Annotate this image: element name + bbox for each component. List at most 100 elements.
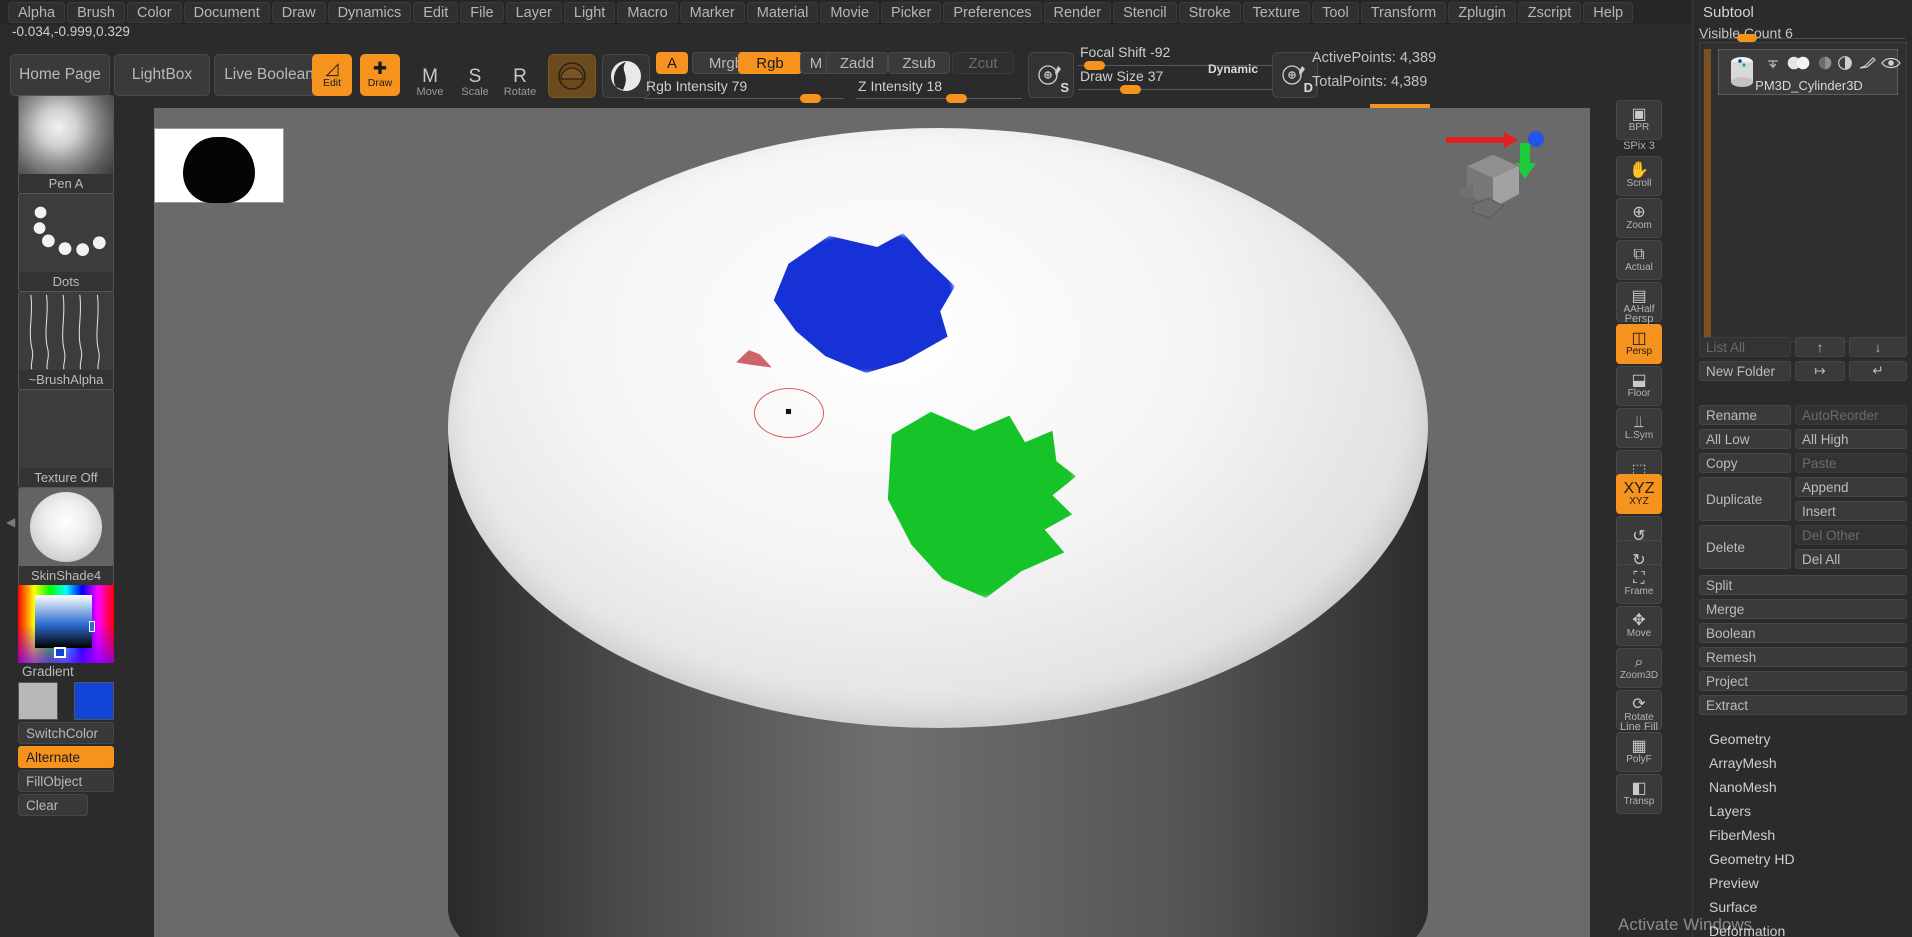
copy-button[interactable]: Copy	[1699, 453, 1791, 473]
menu-item-zplugin[interactable]: Zplugin	[1448, 2, 1516, 23]
menu-item-alpha[interactable]: Alpha	[8, 2, 66, 23]
vtool-move[interactable]: ✥ Move	[1616, 606, 1662, 646]
delete-button[interactable]: Delete	[1699, 525, 1791, 569]
visible-count-knob[interactable]	[1737, 34, 1757, 42]
subtool-section-surface[interactable]: Surface	[1699, 897, 1907, 917]
menu-item-zscript[interactable]: Zscript	[1517, 2, 1582, 23]
brush-alpha-swatch[interactable]: ~BrushAlpha	[18, 291, 114, 390]
move-tool-button[interactable]: M Move	[410, 54, 450, 98]
edit-mode-button[interactable]: ◿ Edit	[312, 54, 352, 96]
subtool-section-arraymesh[interactable]: ArrayMesh	[1699, 753, 1907, 773]
subtool-split-icon[interactable]	[1837, 56, 1853, 70]
mode-rgb-button[interactable]: Rgb	[738, 52, 802, 74]
menu-item-movie[interactable]: Movie	[820, 2, 880, 23]
texture-swatch[interactable]: Texture Off	[18, 389, 114, 488]
subtool-eye-icon[interactable]	[1881, 56, 1901, 70]
vtool-frame[interactable]: ⛶ Frame	[1616, 564, 1662, 604]
append-button[interactable]: Append	[1795, 477, 1907, 497]
menu-item-layer[interactable]: Layer	[505, 2, 562, 23]
shelf-collapse-icon[interactable]: ◀	[6, 515, 15, 529]
subtool-section-geometry[interactable]: Geometry	[1699, 729, 1907, 749]
project-button[interactable]: Project	[1699, 671, 1907, 691]
subtool-scrollbar[interactable]	[1704, 49, 1711, 337]
z-intensity-slider[interactable]: Z Intensity 18	[856, 78, 1022, 103]
vtool-scroll[interactable]: ✋ Scroll	[1616, 156, 1662, 196]
insert-button[interactable]: Insert	[1795, 501, 1907, 521]
menu-item-light[interactable]: Light	[563, 2, 616, 23]
list-all-button[interactable]: List All	[1699, 337, 1791, 357]
rgb-intensity-slider[interactable]: Rgb Intensity 79	[644, 78, 844, 103]
subtool-section-geometry-hd[interactable]: Geometry HD	[1699, 849, 1907, 869]
clear-button[interactable]: Clear	[18, 794, 88, 816]
alpha-swatch[interactable]: Pen A	[18, 95, 114, 194]
rgb-intensity-knob[interactable]	[800, 94, 821, 103]
vtool-l-sym[interactable]: ⫫ L.Sym	[1616, 408, 1662, 448]
visible-count-track[interactable]	[1699, 38, 1905, 39]
draw-size-knob[interactable]	[1120, 85, 1141, 94]
vtool-bpr[interactable]: ▣ BPR	[1616, 100, 1662, 140]
subtool-section-fibermesh[interactable]: FiberMesh	[1699, 825, 1907, 845]
menu-item-file[interactable]: File	[460, 2, 504, 23]
menu-item-texture[interactable]: Texture	[1242, 2, 1311, 23]
hue-cursor[interactable]	[54, 647, 66, 658]
menu-item-document[interactable]: Document	[183, 2, 270, 23]
menu-item-color[interactable]: Color	[126, 2, 182, 23]
mode-zadd-button[interactable]: Zadd	[826, 52, 888, 74]
menu-item-macro[interactable]: Macro	[617, 2, 678, 23]
new-folder-button[interactable]: New Folder	[1699, 361, 1791, 381]
current-brush-swatch[interactable]	[548, 54, 596, 98]
saturation-value-box[interactable]	[35, 595, 92, 648]
vtool-polyf[interactable]: ▦ PolyF	[1616, 732, 1662, 772]
indent-left-button[interactable]: ↵	[1849, 361, 1907, 381]
subtool-section-preview[interactable]: Preview	[1699, 873, 1907, 893]
z-intensity-knob[interactable]	[946, 94, 967, 103]
move-up-button[interactable]: ↑	[1795, 337, 1845, 357]
subtool-visibility-icon[interactable]	[1787, 56, 1813, 70]
switch-color-button[interactable]: SwitchColor	[18, 722, 114, 744]
subtool-list-item[interactable]: PM3D_Cylinder3D	[1718, 49, 1901, 95]
del-other-button[interactable]: Del Other	[1795, 525, 1907, 545]
scale-tool-button[interactable]: S Scale	[455, 54, 495, 98]
merge-button[interactable]: Merge	[1699, 599, 1907, 619]
autoreorder-button[interactable]: AutoReorder	[1795, 405, 1907, 425]
sv-cursor[interactable]	[89, 621, 95, 632]
vtool-zoom3d[interactable]: ⌕ Zoom3D	[1616, 648, 1662, 688]
color-picker[interactable]	[18, 585, 114, 663]
remesh-button[interactable]: Remesh	[1699, 647, 1907, 667]
menu-item-preferences[interactable]: Preferences	[943, 2, 1042, 23]
home-page-button[interactable]: Home Page	[10, 54, 110, 96]
paste-button[interactable]: Paste	[1795, 453, 1907, 473]
primary-color-swatch[interactable]	[18, 682, 58, 720]
boolean-button[interactable]: Boolean	[1699, 623, 1907, 643]
menu-item-stencil[interactable]: Stencil	[1113, 2, 1177, 23]
indent-right-button[interactable]: ↦	[1795, 361, 1845, 381]
draw-size-slider[interactable]: Draw Size 37	[1078, 68, 1293, 94]
vtool-actual[interactable]: ⧉ Actual	[1616, 240, 1662, 280]
menu-item-draw[interactable]: Draw	[271, 2, 326, 23]
mode-a-button[interactable]: A	[656, 52, 688, 74]
live-boolean-button[interactable]: Live Boolean	[214, 54, 324, 96]
current-material-swatch[interactable]	[602, 54, 650, 98]
menu-item-marker[interactable]: Marker	[679, 2, 745, 23]
subtool-list[interactable]: PM3D_Cylinder3D	[1699, 42, 1907, 342]
menu-item-render[interactable]: Render	[1043, 2, 1112, 23]
menu-item-dynamics[interactable]: Dynamics	[327, 2, 412, 23]
focal-shift-slider[interactable]: Focal Shift -92	[1078, 44, 1293, 70]
viewport-canvas[interactable]	[154, 108, 1590, 937]
duplicate-button[interactable]: Duplicate	[1699, 477, 1791, 521]
subtool-paint-icon[interactable]	[1858, 56, 1876, 70]
subtool-shade-icon[interactable]	[1818, 56, 1832, 70]
rename-button[interactable]: Rename	[1699, 405, 1791, 425]
navigation-cube[interactable]	[1455, 148, 1530, 228]
menu-item-edit[interactable]: Edit	[413, 2, 459, 23]
all-low-button[interactable]: All Low	[1699, 429, 1791, 449]
alternate-button[interactable]: Alternate	[18, 746, 114, 768]
vtool-xyz[interactable]: XYZ XYZ	[1616, 474, 1662, 514]
secondary-color-swatch[interactable]	[74, 682, 114, 720]
menu-item-help[interactable]: Help	[1583, 2, 1634, 23]
menu-item-stroke[interactable]: Stroke	[1178, 2, 1241, 23]
draw-mode-button[interactable]: ✚ Draw	[360, 54, 400, 96]
subtool-section-nanomesh[interactable]: NanoMesh	[1699, 777, 1907, 797]
stroke-swatch[interactable]: Dots	[18, 193, 114, 292]
lightbox-button[interactable]: LightBox	[114, 54, 210, 96]
